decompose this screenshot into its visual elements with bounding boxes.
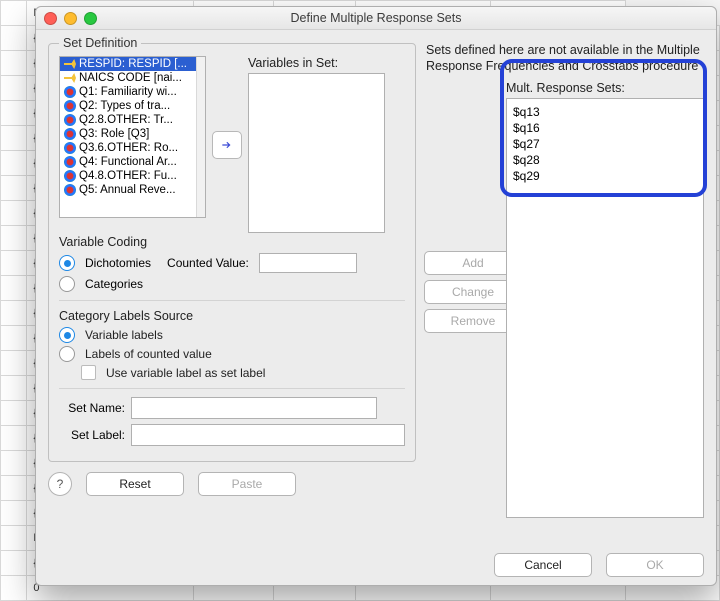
response-set-item[interactable]: $q29 xyxy=(513,168,697,184)
minimize-icon[interactable] xyxy=(64,12,77,25)
response-set-item[interactable]: $q13 xyxy=(513,104,697,120)
nominal-icon xyxy=(64,114,76,126)
nominal-icon xyxy=(64,170,76,182)
set-name-input[interactable] xyxy=(131,397,377,419)
table-cell xyxy=(1,501,27,526)
labels-of-counted-label: Labels of counted value xyxy=(85,347,212,361)
arrow-right-icon xyxy=(220,138,234,152)
table-cell xyxy=(1,301,27,326)
variable-item[interactable]: RESPID: RESPID [... xyxy=(60,57,205,71)
dialog-title: Define Multiple Response Sets xyxy=(36,11,716,25)
set-definition-group: Set Definition RESPID: RESPID [... NAICS … xyxy=(48,36,416,462)
variable-item-label: Q2.8.OTHER: Tr... xyxy=(79,114,173,126)
table-cell xyxy=(1,201,27,226)
nominal-icon xyxy=(64,86,76,98)
table-cell xyxy=(1,126,27,151)
response-set-item[interactable]: $q28 xyxy=(513,152,697,168)
cancel-button[interactable]: Cancel xyxy=(494,553,592,577)
zoom-icon[interactable] xyxy=(84,12,97,25)
table-cell xyxy=(1,226,27,251)
set-label-label: Set Label: xyxy=(59,428,125,442)
nominal-icon xyxy=(64,142,76,154)
use-variable-label-as-set-label-checkbox xyxy=(81,365,96,380)
counted-value-label: Counted Value: xyxy=(167,256,249,270)
scale-icon xyxy=(64,59,76,69)
nominal-icon xyxy=(64,100,76,112)
variable-item[interactable]: Q3.6.OTHER: Ro... xyxy=(60,141,205,155)
reset-button[interactable]: Reset xyxy=(86,472,184,496)
variable-item-label: RESPID: RESPID [... xyxy=(79,58,187,70)
availability-note: Sets defined here are not available in t… xyxy=(424,32,704,81)
category-labels-source-header: Category Labels Source xyxy=(59,309,405,323)
categories-radio[interactable] xyxy=(59,276,75,292)
table-cell xyxy=(1,101,27,126)
variable-item[interactable]: Q2.8.OTHER: Tr... xyxy=(60,113,205,127)
paste-button[interactable]: Paste xyxy=(198,472,296,496)
variable-item[interactable]: Q3: Role [Q3] xyxy=(60,127,205,141)
variable-item[interactable]: Q5: Annual Reve... xyxy=(60,183,205,197)
set-name-label: Set Name: xyxy=(59,401,125,415)
ok-button[interactable]: OK xyxy=(606,553,704,577)
define-multiple-response-sets-dialog: Define Multiple Response Sets Set Defini… xyxy=(35,6,717,586)
table-cell xyxy=(1,26,27,51)
table-cell xyxy=(1,351,27,376)
variables-in-set-label: Variables in Set: xyxy=(248,56,385,70)
dichotomies-radio[interactable] xyxy=(59,255,75,271)
set-label-input[interactable] xyxy=(131,424,405,446)
variable-item-label: Q3: Role [Q3] xyxy=(79,128,149,140)
mult-response-sets-label: Mult. Response Sets: xyxy=(506,81,704,95)
variable-item[interactable]: Q2: Types of tra... xyxy=(60,99,205,113)
response-set-item[interactable]: $q27 xyxy=(513,136,697,152)
help-button[interactable]: ? xyxy=(48,472,72,496)
variable-item-label: Q4.8.OTHER: Fu... xyxy=(79,170,177,182)
variable-item[interactable]: Q4.8.OTHER: Fu... xyxy=(60,169,205,183)
move-right-button[interactable] xyxy=(212,131,242,159)
variable-item-label: Q3.6.OTHER: Ro... xyxy=(79,142,178,154)
variables-in-set-list[interactable] xyxy=(248,73,385,233)
table-cell xyxy=(1,551,27,576)
table-cell xyxy=(1,526,27,551)
variable-item-label: Q4: Functional Ar... xyxy=(79,156,177,168)
variable-item[interactable]: NAICS CODE [nai... xyxy=(60,71,205,85)
variable-labels-label: Variable labels xyxy=(85,328,163,342)
table-cell xyxy=(1,476,27,501)
table-cell xyxy=(1,451,27,476)
table-cell xyxy=(1,401,27,426)
table-cell xyxy=(1,251,27,276)
nominal-icon xyxy=(64,184,76,196)
table-cell xyxy=(1,276,27,301)
table-cell xyxy=(1,326,27,351)
table-cell xyxy=(1,51,27,76)
available-variables-list[interactable]: RESPID: RESPID [... NAICS CODE [nai... Q1:… xyxy=(59,56,206,218)
table-cell xyxy=(1,426,27,451)
table-cell xyxy=(1,1,27,26)
use-variable-label-as-set-label: Use variable label as set label xyxy=(106,366,265,380)
categories-label: Categories xyxy=(85,277,143,291)
table-cell xyxy=(1,76,27,101)
variable-item-label: Q2: Types of tra... xyxy=(79,100,170,112)
scale-icon xyxy=(64,73,76,83)
scrollbar[interactable] xyxy=(196,57,205,217)
variable-item-label: Q1: Familiarity wi... xyxy=(79,86,177,98)
set-definition-legend: Set Definition xyxy=(59,36,141,50)
counted-value-input[interactable] xyxy=(259,253,357,273)
table-cell xyxy=(1,176,27,201)
labels-of-counted-radio[interactable] xyxy=(59,346,75,362)
mult-response-sets-list[interactable]: $q13$q16$q27$q28$q29 xyxy=(506,98,704,518)
table-cell xyxy=(1,151,27,176)
table-cell xyxy=(1,376,27,401)
table-cell xyxy=(1,576,27,601)
nominal-icon xyxy=(64,128,76,140)
variable-labels-radio[interactable] xyxy=(59,327,75,343)
variable-coding-header: Variable Coding xyxy=(59,235,405,249)
variable-item[interactable]: Q1: Familiarity wi... xyxy=(60,85,205,99)
titlebar: Define Multiple Response Sets xyxy=(36,7,716,30)
variable-item[interactable]: Q4: Functional Ar... xyxy=(60,155,205,169)
dichotomies-label: Dichotomies xyxy=(85,256,151,270)
response-set-item[interactable]: $q16 xyxy=(513,120,697,136)
variable-item-label: Q5: Annual Reve... xyxy=(79,184,176,196)
variable-item-label: NAICS CODE [nai... xyxy=(79,72,182,84)
nominal-icon xyxy=(64,156,76,168)
close-icon[interactable] xyxy=(44,12,57,25)
